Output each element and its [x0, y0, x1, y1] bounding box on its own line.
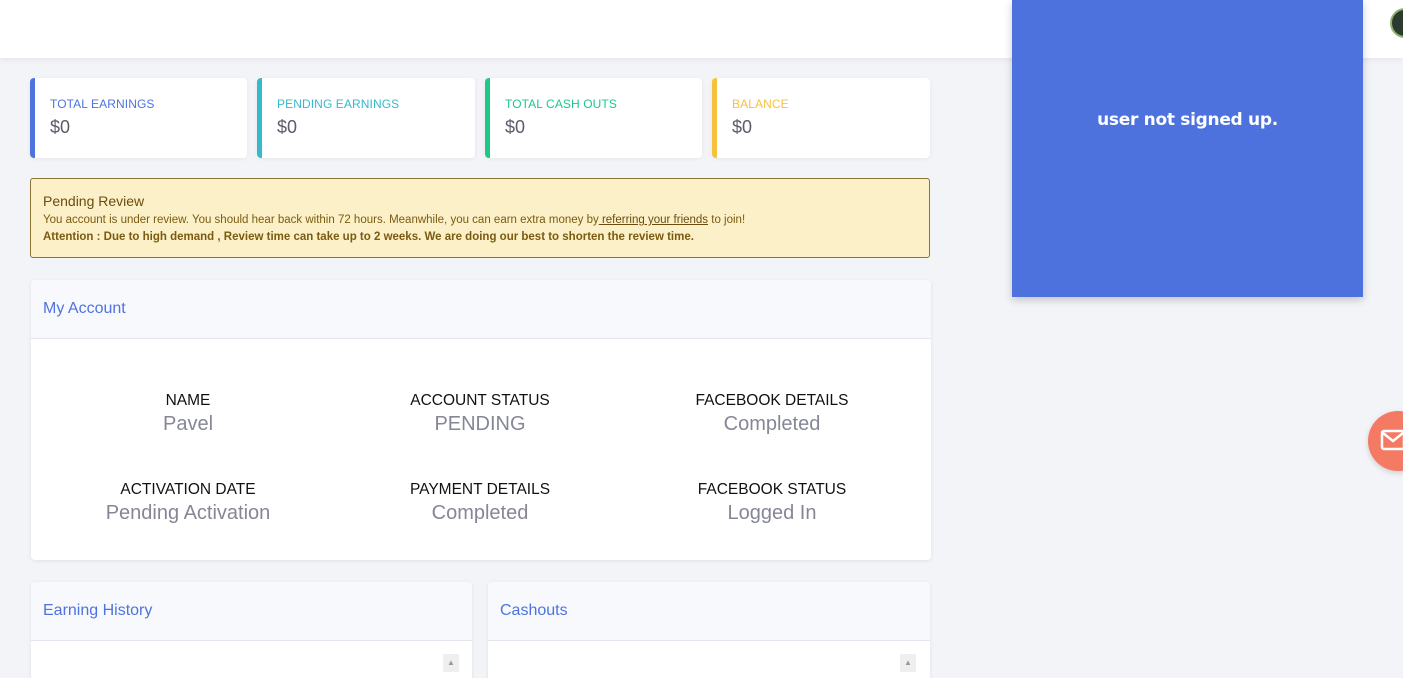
stat-value: $0: [277, 117, 298, 137]
my-account-panel: My Account NAME Pavel ACCOUNT STATUS PEN…: [31, 280, 931, 560]
field-value: PENDING: [434, 413, 526, 435]
stat-card-accent: [712, 78, 717, 158]
stat-label: TOTAL CASH OUTS: [505, 97, 617, 111]
signup-status-popup[interactable]: User not signed up.: [1012, 0, 1363, 297]
account-field-activation-date: ACTIVATION DATE Pending Activation: [43, 481, 333, 525]
panel-title: Cashouts: [488, 582, 930, 641]
mail-button[interactable]: [1368, 411, 1403, 471]
stat-value: $0: [732, 117, 753, 137]
stat-card-total-earnings: TOTAL EARNINGS $0: [30, 78, 247, 158]
scroll-up-arrow-icon[interactable]: ▲: [900, 654, 916, 672]
field-label: ACTIVATION DATE: [120, 481, 256, 498]
field-label: FACEBOOK STATUS: [697, 481, 847, 498]
field-value: Logged In: [727, 502, 817, 524]
alert-message-text: You account is under review. You should …: [43, 214, 599, 226]
alert-attention: Attention : Due to high demand , Review …: [43, 231, 694, 243]
alert-message: You account is under review. You should …: [43, 212, 929, 229]
account-field-status: ACCOUNT STATUS PENDING: [335, 392, 625, 436]
pending-review-alert: Pending Review You account is under revi…: [30, 178, 930, 258]
account-field-payment-details: PAYMENT DETAILS Completed: [335, 481, 625, 525]
stat-card-accent: [485, 78, 490, 158]
stat-card-pending-earnings: PENDING EARNINGS $0: [257, 78, 475, 158]
stat-label: BALANCE: [732, 97, 789, 111]
field-value: Completed: [431, 502, 529, 524]
stat-label: TOTAL EARNINGS: [50, 97, 155, 111]
stat-card-accent: [30, 78, 35, 158]
field-value: Pavel: [162, 413, 214, 435]
stat-value: $0: [505, 117, 526, 137]
account-field-facebook-details: FACEBOOK DETAILS Completed: [627, 392, 917, 436]
panel-title: Earning History: [31, 582, 472, 641]
field-label: ACCOUNT STATUS: [410, 392, 550, 409]
mail-icon: [1380, 429, 1403, 451]
stat-value: $0: [50, 117, 71, 137]
stat-card-balance: BALANCE $0: [712, 78, 930, 158]
field-label: NAME: [165, 392, 211, 409]
alert-message-end: to join!: [708, 214, 746, 226]
stat-card-accent: [257, 78, 262, 158]
account-field-facebook-status: FACEBOOK STATUS Logged In: [627, 481, 917, 525]
field-label: FACEBOOK DETAILS: [695, 392, 849, 409]
field-label: PAYMENT DETAILS: [409, 481, 551, 498]
avatar[interactable]: [1390, 8, 1403, 38]
field-value: Pending Activation: [105, 502, 271, 524]
earning-history-panel: Earning History ▲: [31, 582, 472, 678]
stat-card-total-cash-outs: TOTAL CASH OUTS $0: [485, 78, 702, 158]
referral-link[interactable]: referring your friends: [599, 214, 708, 226]
stat-label: PENDING EARNINGS: [277, 97, 400, 111]
alert-title: Pending Review: [43, 193, 145, 209]
scroll-up-arrow-icon[interactable]: ▲: [443, 654, 459, 672]
popup-message: User not signed up.: [1097, 110, 1278, 130]
panel-title: My Account: [31, 280, 931, 339]
field-value: Completed: [723, 413, 821, 435]
cashouts-panel: Cashouts ▲: [488, 582, 930, 678]
account-field-name: NAME Pavel: [43, 392, 333, 436]
